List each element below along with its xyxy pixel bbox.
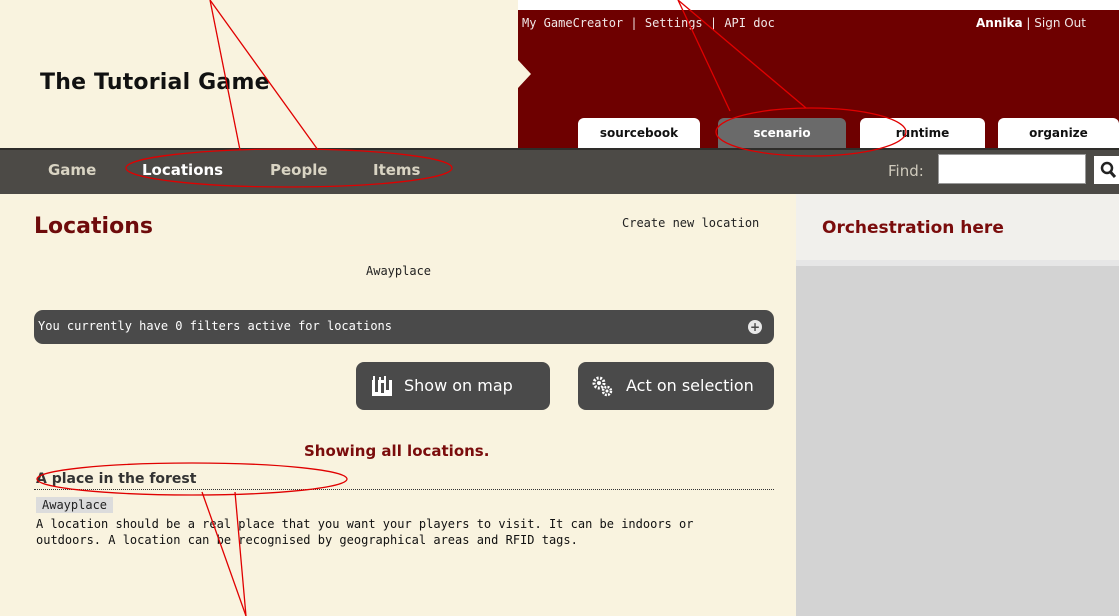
create-new-location-link[interactable]: Create new location (622, 216, 759, 230)
top-links-separator: | (702, 16, 725, 30)
filter-bar[interactable]: You currently have 0 filters active for … (34, 310, 774, 344)
expand-filters-icon[interactable]: + (748, 320, 762, 334)
act-on-selection-label: Act on selection (626, 376, 754, 395)
act-on-selection-button[interactable]: Act on selection (578, 362, 774, 410)
link-api-doc[interactable]: API doc (724, 16, 775, 30)
find-input[interactable] (938, 154, 1086, 184)
search-icon (1100, 161, 1117, 179)
sidebar-header: Orchestration here (796, 194, 1119, 260)
header-notch (518, 60, 531, 88)
location-tag[interactable]: Awayplace (36, 497, 114, 513)
page-title: Locations (34, 214, 153, 239)
nav-item-locations[interactable]: Locations (142, 161, 223, 179)
page: The Tutorial Game My GameCreator | Setti… (0, 0, 1119, 616)
user-name[interactable]: Annika (976, 16, 1023, 30)
find-label: Find: (888, 162, 924, 180)
top-links: My GameCreator | Settings | API doc (522, 16, 775, 30)
map-icon (372, 376, 392, 396)
show-on-map-button[interactable]: Show on map (356, 362, 550, 410)
location-description: A location should be a real place that y… (36, 517, 694, 547)
nav-item-items[interactable]: Items (373, 161, 420, 179)
user-links-separator: | (1022, 16, 1035, 30)
link-settings[interactable]: Settings (645, 16, 703, 30)
link-my-gamecreator[interactable]: My GameCreator (522, 16, 623, 30)
sidebar-title: Orchestration here (822, 218, 1004, 238)
show-on-map-label: Show on map (404, 376, 513, 395)
main-content: Locations Create new location Awayplace … (0, 194, 796, 616)
filter-status-text: You currently have 0 filters active for … (38, 319, 393, 333)
nav-item-people[interactable]: People (270, 161, 328, 179)
location-name-link[interactable]: A place in the forest (36, 471, 196, 487)
showing-all-locations: Showing all locations. (304, 442, 490, 460)
gears-icon (592, 376, 613, 397)
location-divider (34, 489, 774, 490)
tab-runtime[interactable]: runtime (860, 118, 985, 148)
find-button[interactable] (1094, 156, 1119, 184)
nav-item-game[interactable]: Game (48, 161, 96, 179)
tab-scenario[interactable]: scenario (718, 118, 846, 148)
orchestration-sidebar: Orchestration here (796, 194, 1119, 616)
header-left-panel: The Tutorial Game (0, 0, 518, 148)
sidebar-divider (796, 260, 1119, 266)
top-links-separator: | (623, 16, 645, 30)
nav-bar: Game Locations People Items Find: (0, 148, 1119, 194)
sign-out-link[interactable]: Sign Out (1034, 16, 1086, 30)
tab-organize[interactable]: organize (998, 118, 1119, 148)
tag-filter-awayplace[interactable]: Awayplace (366, 264, 431, 278)
tab-sourcebook[interactable]: sourcebook (578, 118, 700, 148)
game-title: The Tutorial Game (40, 70, 270, 95)
user-links: Annika | Sign Out (976, 16, 1086, 30)
